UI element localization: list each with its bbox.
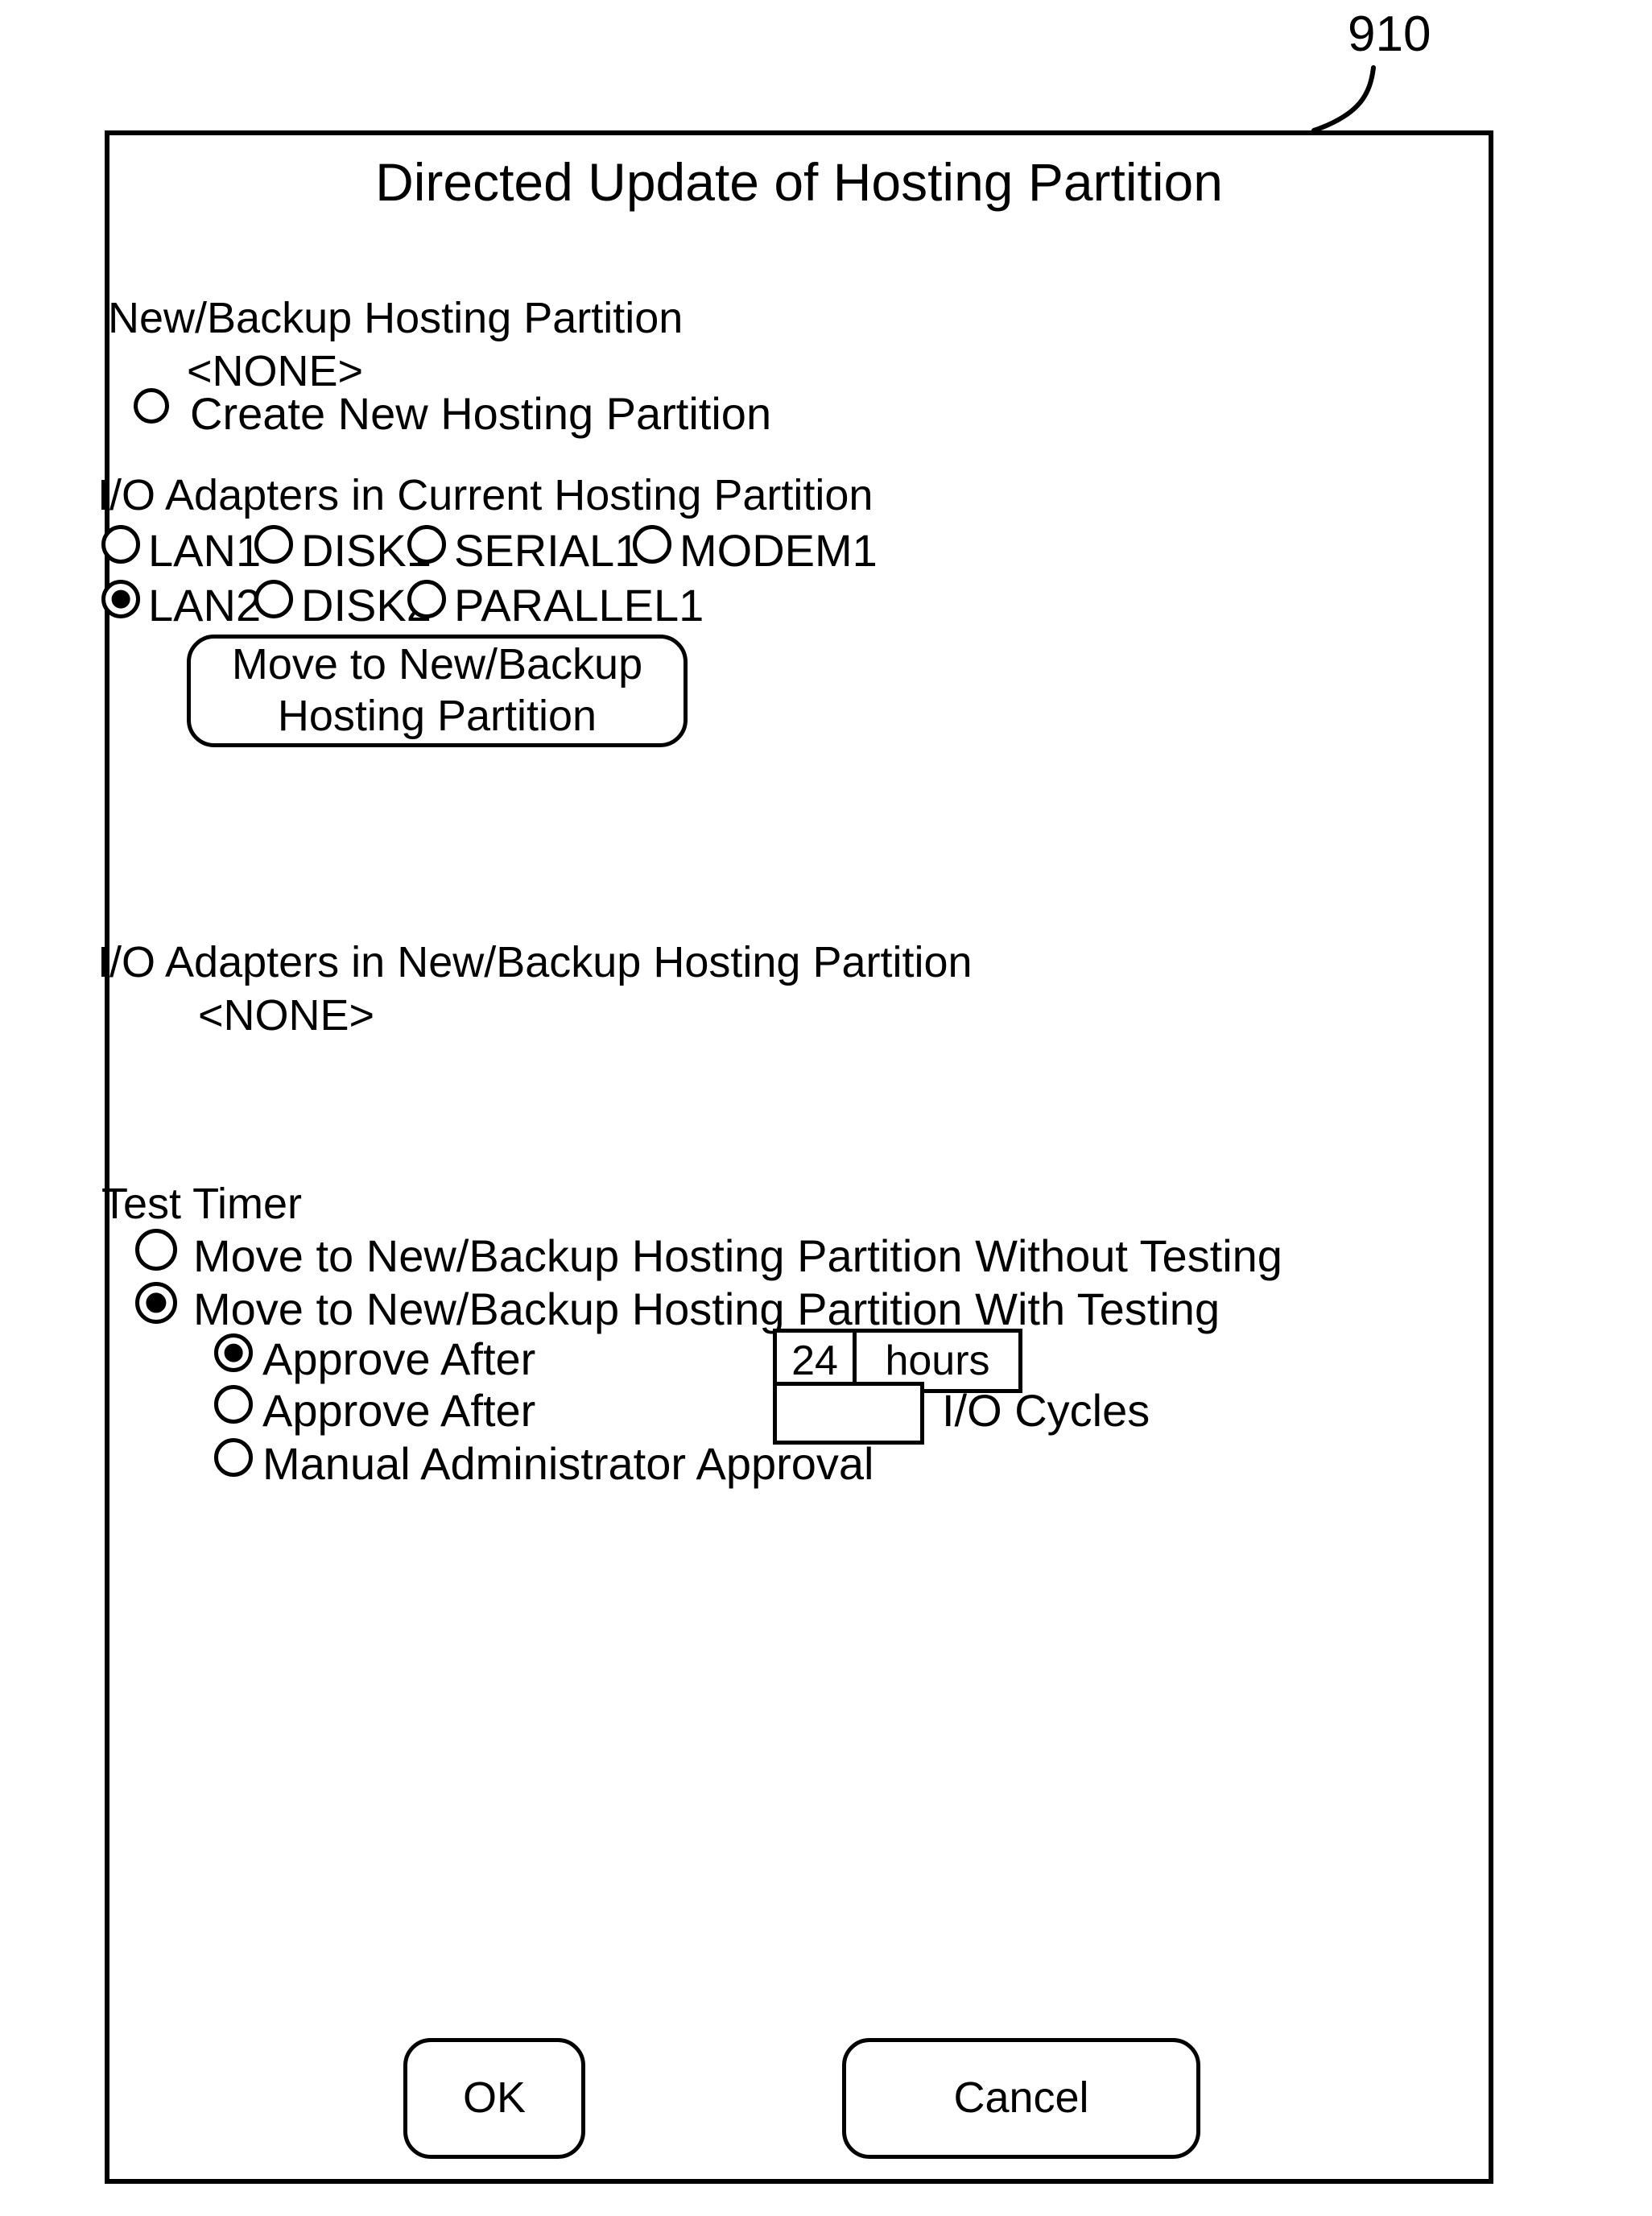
ok-button-label: OK <box>462 2073 527 2123</box>
radio-adapter-lan2[interactable] <box>101 580 140 618</box>
radio-approve-after-io-cycles[interactable] <box>214 1385 253 1424</box>
callout-910: 910 <box>1348 6 1431 62</box>
new-adapters-label: I/O Adapters in New/Backup Hosting Parti… <box>97 938 973 986</box>
current-adapters-label: I/O Adapters in Current Hosting Partitio… <box>97 471 873 519</box>
radio-create-new-hosting-partition[interactable] <box>134 388 169 424</box>
radio-move-without-testing[interactable] <box>135 1229 177 1271</box>
move-button-line1: Move to New/Backup <box>231 640 643 689</box>
radio-adapter-lan1[interactable] <box>101 525 140 564</box>
radio-adapter-parallel1[interactable] <box>407 580 446 618</box>
label-move-without-testing[interactable]: Move to New/Backup Hosting Partition Wit… <box>193 1234 1282 1279</box>
cancel-button-label: Cancel <box>953 2073 1089 2123</box>
cancel-button[interactable]: Cancel <box>842 2038 1200 2159</box>
patent-figure: 910 915 930 920 Directed Update of Hosti… <box>0 0 1652 2216</box>
approve-after-io-cycles-field[interactable] <box>773 1382 924 1445</box>
radio-adapter-modem1[interactable] <box>633 525 671 564</box>
move-to-new-backup-button[interactable]: Move to New/Backup Hosting Partition <box>187 635 688 747</box>
radio-move-with-testing[interactable] <box>135 1282 177 1324</box>
approve-after-hours-value[interactable]: 24 <box>777 1333 853 1389</box>
label-adapter-parallel1[interactable]: PARALLEL1 <box>454 583 704 628</box>
radio-approve-after-hours[interactable] <box>214 1333 253 1372</box>
new-backup-partition-label: New/Backup Hosting Partition <box>108 294 684 342</box>
label-create-new-hosting-partition[interactable]: Create New Hosting Partition <box>190 391 771 436</box>
label-move-with-testing[interactable]: Move to New/Backup Hosting Partition Wit… <box>193 1287 1220 1332</box>
approve-after-io-cycles-value[interactable] <box>777 1386 920 1441</box>
new-adapters-value: <NONE> <box>198 991 375 1040</box>
page-title: Directed Update of Hosting Partition <box>375 152 1223 212</box>
radio-adapter-serial1[interactable] <box>407 525 446 564</box>
approve-after-hours-unit: hours <box>885 1337 990 1384</box>
radio-manual-administrator-approval[interactable] <box>214 1438 253 1477</box>
move-button-line2: Hosting Partition <box>277 692 597 740</box>
label-adapter-lan2[interactable]: LAN2 <box>148 583 261 628</box>
test-timer-label: Test Timer <box>101 1180 303 1228</box>
label-io-cycles-unit: I/O Cycles <box>942 1385 1150 1436</box>
label-manual-administrator-approval[interactable]: Manual Administrator Approval <box>262 1441 874 1486</box>
label-approve-after-hours[interactable]: Approve After <box>262 1337 535 1382</box>
label-adapter-lan1[interactable]: LAN1 <box>148 528 261 573</box>
radio-adapter-disk1[interactable] <box>254 525 293 564</box>
label-approve-after-io-cycles[interactable]: Approve After <box>262 1388 535 1433</box>
label-adapter-modem1[interactable]: MODEM1 <box>679 528 878 573</box>
ok-button[interactable]: OK <box>403 2038 585 2159</box>
new-backup-partition-value: <NONE> <box>187 347 364 395</box>
label-adapter-serial1[interactable]: SERIAL1 <box>454 528 639 573</box>
radio-adapter-disk2[interactable] <box>254 580 293 618</box>
directed-update-dialog: Directed Update of Hosting Partition New… <box>97 130 1493 2184</box>
